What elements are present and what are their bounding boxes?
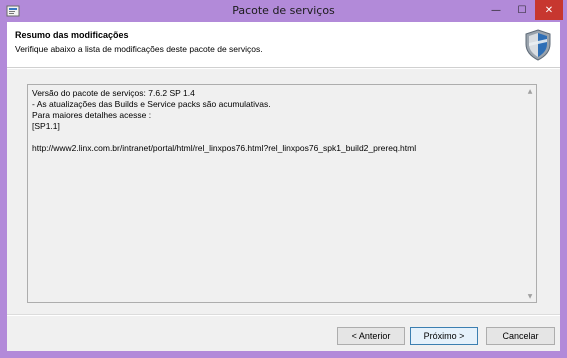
minimize-button[interactable]: — — [483, 0, 509, 20]
header-title: Resumo das modificações — [15, 30, 129, 40]
close-button[interactable]: ✕ — [535, 0, 563, 20]
title-bar[interactable]: Pacote de serviços — ☐ ✕ — [0, 0, 567, 22]
header-subtitle: Verifique abaixo a lista de modificações… — [15, 44, 263, 54]
details-text: Versão do pacote de serviços: 7.6.2 SP 1… — [32, 88, 417, 153]
scroll-down-arrow-icon[interactable]: ▼ — [524, 290, 536, 302]
footer-divider-highlight — [7, 315, 560, 316]
scroll-up-arrow-icon[interactable]: ▲ — [524, 85, 536, 97]
vertical-scrollbar[interactable]: ▲ ▼ — [524, 85, 536, 302]
maximize-button[interactable]: ☐ — [509, 0, 535, 20]
installer-window: Pacote de serviços — ☐ ✕ Resumo das modi… — [0, 0, 567, 358]
back-button[interactable]: < Anterior — [337, 327, 405, 345]
window-title: Pacote de serviços — [232, 4, 335, 17]
details-textbox[interactable]: Versão do pacote de serviços: 7.6.2 SP 1… — [27, 84, 537, 303]
header-separator — [7, 68, 560, 69]
wizard-header: Resumo das modificações Verifique abaixo… — [7, 22, 560, 68]
cancel-button[interactable]: Cancelar — [486, 327, 555, 345]
shield-icon — [525, 29, 551, 61]
wizard-body: Resumo das modificações Verifique abaixo… — [7, 22, 560, 351]
next-button[interactable]: Próximo > — [410, 327, 478, 345]
